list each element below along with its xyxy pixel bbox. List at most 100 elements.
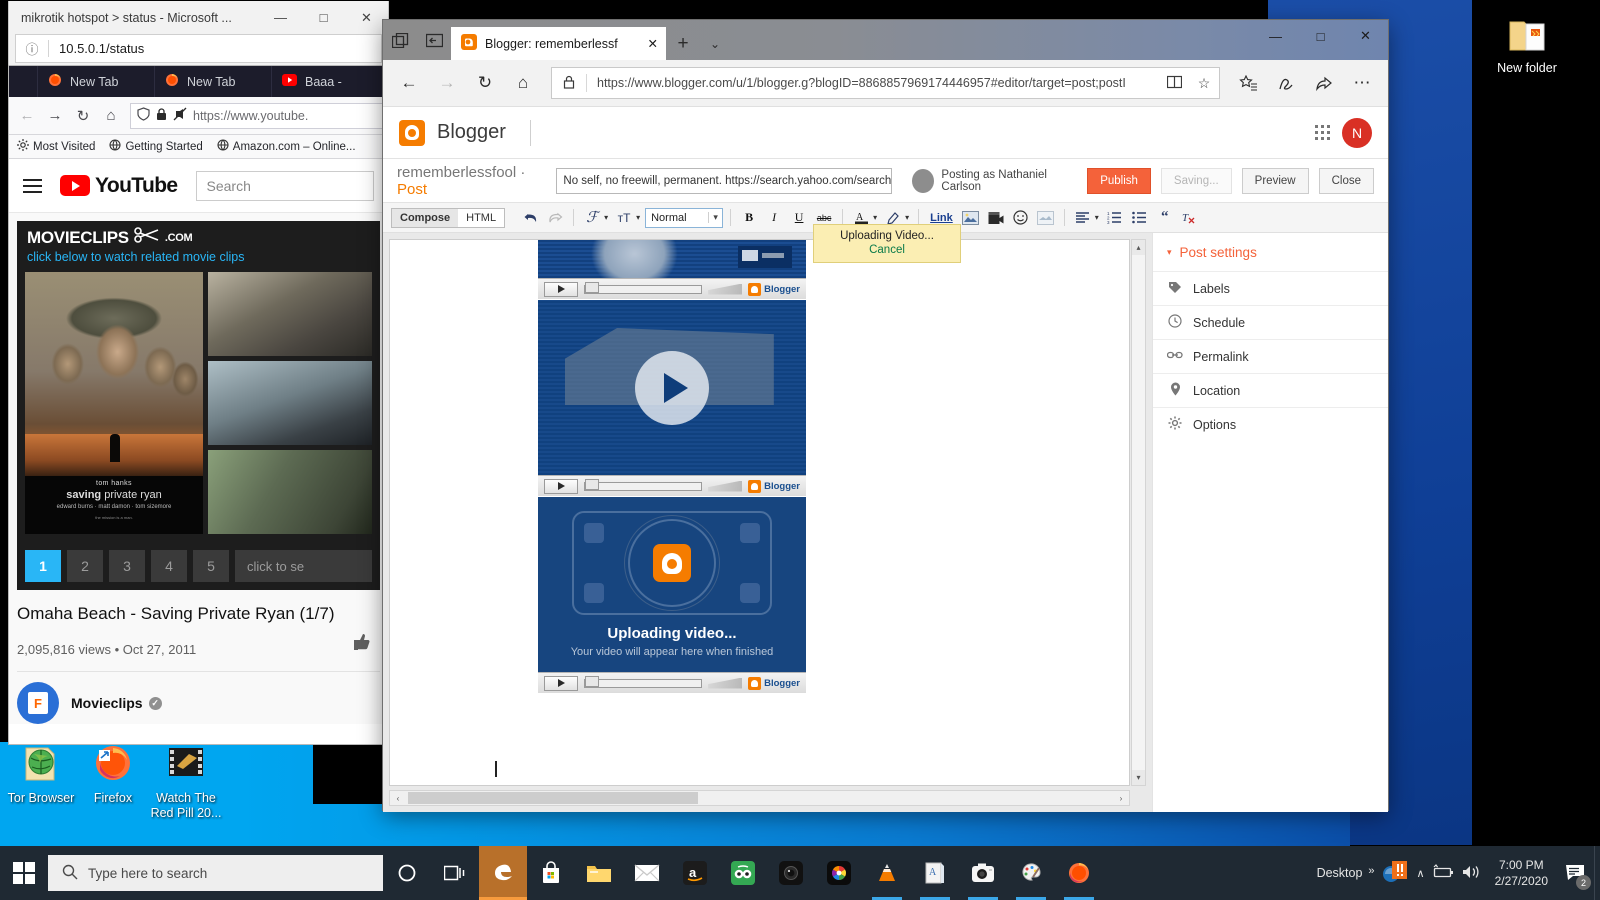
taskbar-app-vlc[interactable] <box>863 846 911 900</box>
hub-favorites-icon[interactable] <box>1230 65 1266 101</box>
pager-page-4[interactable]: 4 <box>151 550 187 582</box>
mikrotik-titlebar[interactable]: mikrotik hotspot > status - Microsoft ..… <box>9 1 388 34</box>
mikrotik-browser-window[interactable]: mikrotik hotspot > status - Microsoft ..… <box>8 1 389 71</box>
paragraph-format-select[interactable]: Normal ▾ <box>645 207 724 228</box>
taskbar-search-input[interactable]: Type here to search <box>48 855 383 891</box>
scroll-track[interactable] <box>1132 255 1145 770</box>
chevron-down-icon[interactable]: ▾ <box>604 213 608 222</box>
seek-knob[interactable] <box>585 478 599 490</box>
firefox-window[interactable]: New Tab New Tab Baaa - ← → ↻ ⌂ https://w… <box>8 65 389 745</box>
video-controls[interactable]: Blogger <box>538 672 806 693</box>
taskbar-app-store[interactable] <box>527 846 575 900</box>
desktop-icon-new-folder[interactable]: New folder <box>1484 12 1570 76</box>
more-options-icon[interactable]: ⋯ <box>1344 65 1380 101</box>
maximize-button[interactable]: □ <box>302 1 345 34</box>
italic-button[interactable]: I <box>763 207 785 229</box>
undo-icon[interactable] <box>519 207 541 229</box>
bold-button[interactable]: B <box>738 207 760 229</box>
taskbar-app-color-wheel[interactable] <box>815 846 863 900</box>
video-controls[interactable]: Blogger <box>538 278 806 299</box>
blogger-logo-icon[interactable] <box>399 119 425 146</box>
seek-bar[interactable] <box>584 675 703 688</box>
reading-view-icon[interactable] <box>1159 75 1189 92</box>
volume-icon[interactable] <box>1461 864 1483 883</box>
close-button[interactable]: Close <box>1318 167 1374 194</box>
insert-emoji-icon[interactable] <box>1010 207 1032 229</box>
apps-grid-icon[interactable] <box>1315 125 1330 140</box>
editor-vertical-scrollbar[interactable]: ▴ ▾ <box>1131 239 1146 786</box>
taskbar-app-mail[interactable] <box>623 846 671 900</box>
lock-icon[interactable] <box>156 107 167 124</box>
taskbar-app-edge[interactable] <box>479 846 527 900</box>
volume-slider[interactable] <box>708 677 743 689</box>
forward-button[interactable]: → <box>42 103 68 129</box>
movieclips-thumb[interactable] <box>208 272 372 356</box>
minimize-button[interactable]: — <box>1253 20 1298 52</box>
html-tab[interactable]: HTML <box>458 208 505 227</box>
compose-tab[interactable]: Compose <box>392 208 459 227</box>
taskbar-app-amazon[interactable]: a <box>671 846 719 900</box>
post-setting-location[interactable]: Location <box>1153 373 1388 407</box>
pager-page-1[interactable]: 1 <box>25 550 61 582</box>
edge-browser-window[interactable]: Blogger: rememberlessf ✕ + ⌄ — □ ✕ ← → ↻… <box>383 20 1388 812</box>
minimize-button[interactable]: — <box>259 1 302 34</box>
permissions-icon[interactable] <box>173 107 187 124</box>
seek-knob[interactable] <box>585 281 599 293</box>
post-settings-header[interactable]: ▾ Post settings <box>1153 233 1388 271</box>
post-setting-options[interactable]: Options <box>1153 407 1388 441</box>
tray-chevron-up-icon[interactable]: ∧ <box>1417 867 1425 880</box>
numbered-list-icon[interactable]: 123 <box>1104 207 1126 229</box>
shield-icon[interactable] <box>137 107 150 124</box>
bookmark-most-visited[interactable]: Most Visited <box>17 139 95 154</box>
volume-slider[interactable] <box>708 283 743 295</box>
play-button[interactable] <box>544 478 578 494</box>
upload-cancel-link[interactable]: Cancel <box>820 243 954 257</box>
editor-horizontal-scrollbar[interactable]: ‹ › <box>389 790 1130 806</box>
notification-center-icon[interactable]: 2 <box>1560 858 1591 890</box>
home-button[interactable]: ⌂ <box>98 103 124 129</box>
insert-image-icon[interactable] <box>960 207 982 229</box>
back-button[interactable]: ← <box>14 103 40 129</box>
reload-button[interactable]: ↻ <box>70 103 96 129</box>
movie-poster[interactable]: tom hanks saving private ryan edward bur… <box>25 272 203 534</box>
firefox-url-bar[interactable]: https://www.youtube. <box>130 102 383 129</box>
home-button[interactable]: ⌂ <box>505 65 541 101</box>
start-button[interactable] <box>0 846 48 900</box>
scroll-right-arrow[interactable]: › <box>1113 794 1129 803</box>
favorite-star-icon[interactable]: ☆ <box>1189 75 1219 92</box>
set-tabs-aside-icon[interactable] <box>417 20 451 60</box>
edge-titlebar[interactable]: Blogger: rememberlessf ✕ + ⌄ — □ ✕ <box>383 20 1388 60</box>
firefox-tab-2[interactable]: New Tab <box>154 66 271 97</box>
edge-tab-blogger[interactable]: Blogger: rememberlessf ✕ <box>451 27 666 60</box>
desktop-icon-watch-the-red-pill[interactable]: Watch The Red Pill 20... <box>143 742 229 821</box>
youtube-logo[interactable]: YouTube <box>60 174 178 198</box>
edge-address-bar[interactable]: https://www.blogger.com/u/1/blogger.g?bl… <box>551 67 1220 99</box>
tray-overflow-icon[interactable]: » <box>1368 857 1374 877</box>
maximize-button[interactable]: □ <box>1298 20 1343 52</box>
like-icon[interactable] <box>352 632 380 657</box>
video-controls[interactable]: Blogger <box>538 475 806 496</box>
bullet-list-icon[interactable] <box>1129 207 1151 229</box>
forward-button[interactable]: → <box>429 65 465 101</box>
preview-button[interactable]: Preview <box>1241 167 1309 194</box>
chevron-down-icon[interactable]: ▾ <box>905 213 909 222</box>
play-button[interactable] <box>544 675 578 691</box>
firefox-tab-1[interactable]: New Tab <box>37 66 154 97</box>
video-embed-uploading[interactable]: Uploading video... Your video will appea… <box>538 497 806 693</box>
align-icon[interactable] <box>1072 207 1094 229</box>
firefox-tab-3[interactable]: Baaa - <box>271 66 388 97</box>
post-setting-permalink[interactable]: Permalink <box>1153 339 1388 373</box>
battery-icon[interactable] <box>1431 863 1455 883</box>
youtube-channel-row[interactable]: F Movieclips ✓ <box>9 672 388 724</box>
remove-formatting-icon[interactable]: T <box>1179 207 1201 229</box>
back-button[interactable]: ← <box>391 65 427 101</box>
underline-button[interactable]: U <box>788 207 810 229</box>
seek-bar[interactable] <box>584 281 703 294</box>
post-setting-schedule[interactable]: Schedule <box>1153 305 1388 339</box>
close-icon[interactable]: ✕ <box>648 36 658 51</box>
scroll-thumb[interactable] <box>408 792 698 804</box>
chevron-down-icon[interactable]: ▾ <box>1095 213 1099 222</box>
scroll-down-arrow[interactable]: ▾ <box>1132 770 1145 785</box>
youtube-search-input[interactable]: Search <box>195 170 374 201</box>
new-tab-button[interactable]: + <box>666 27 700 60</box>
